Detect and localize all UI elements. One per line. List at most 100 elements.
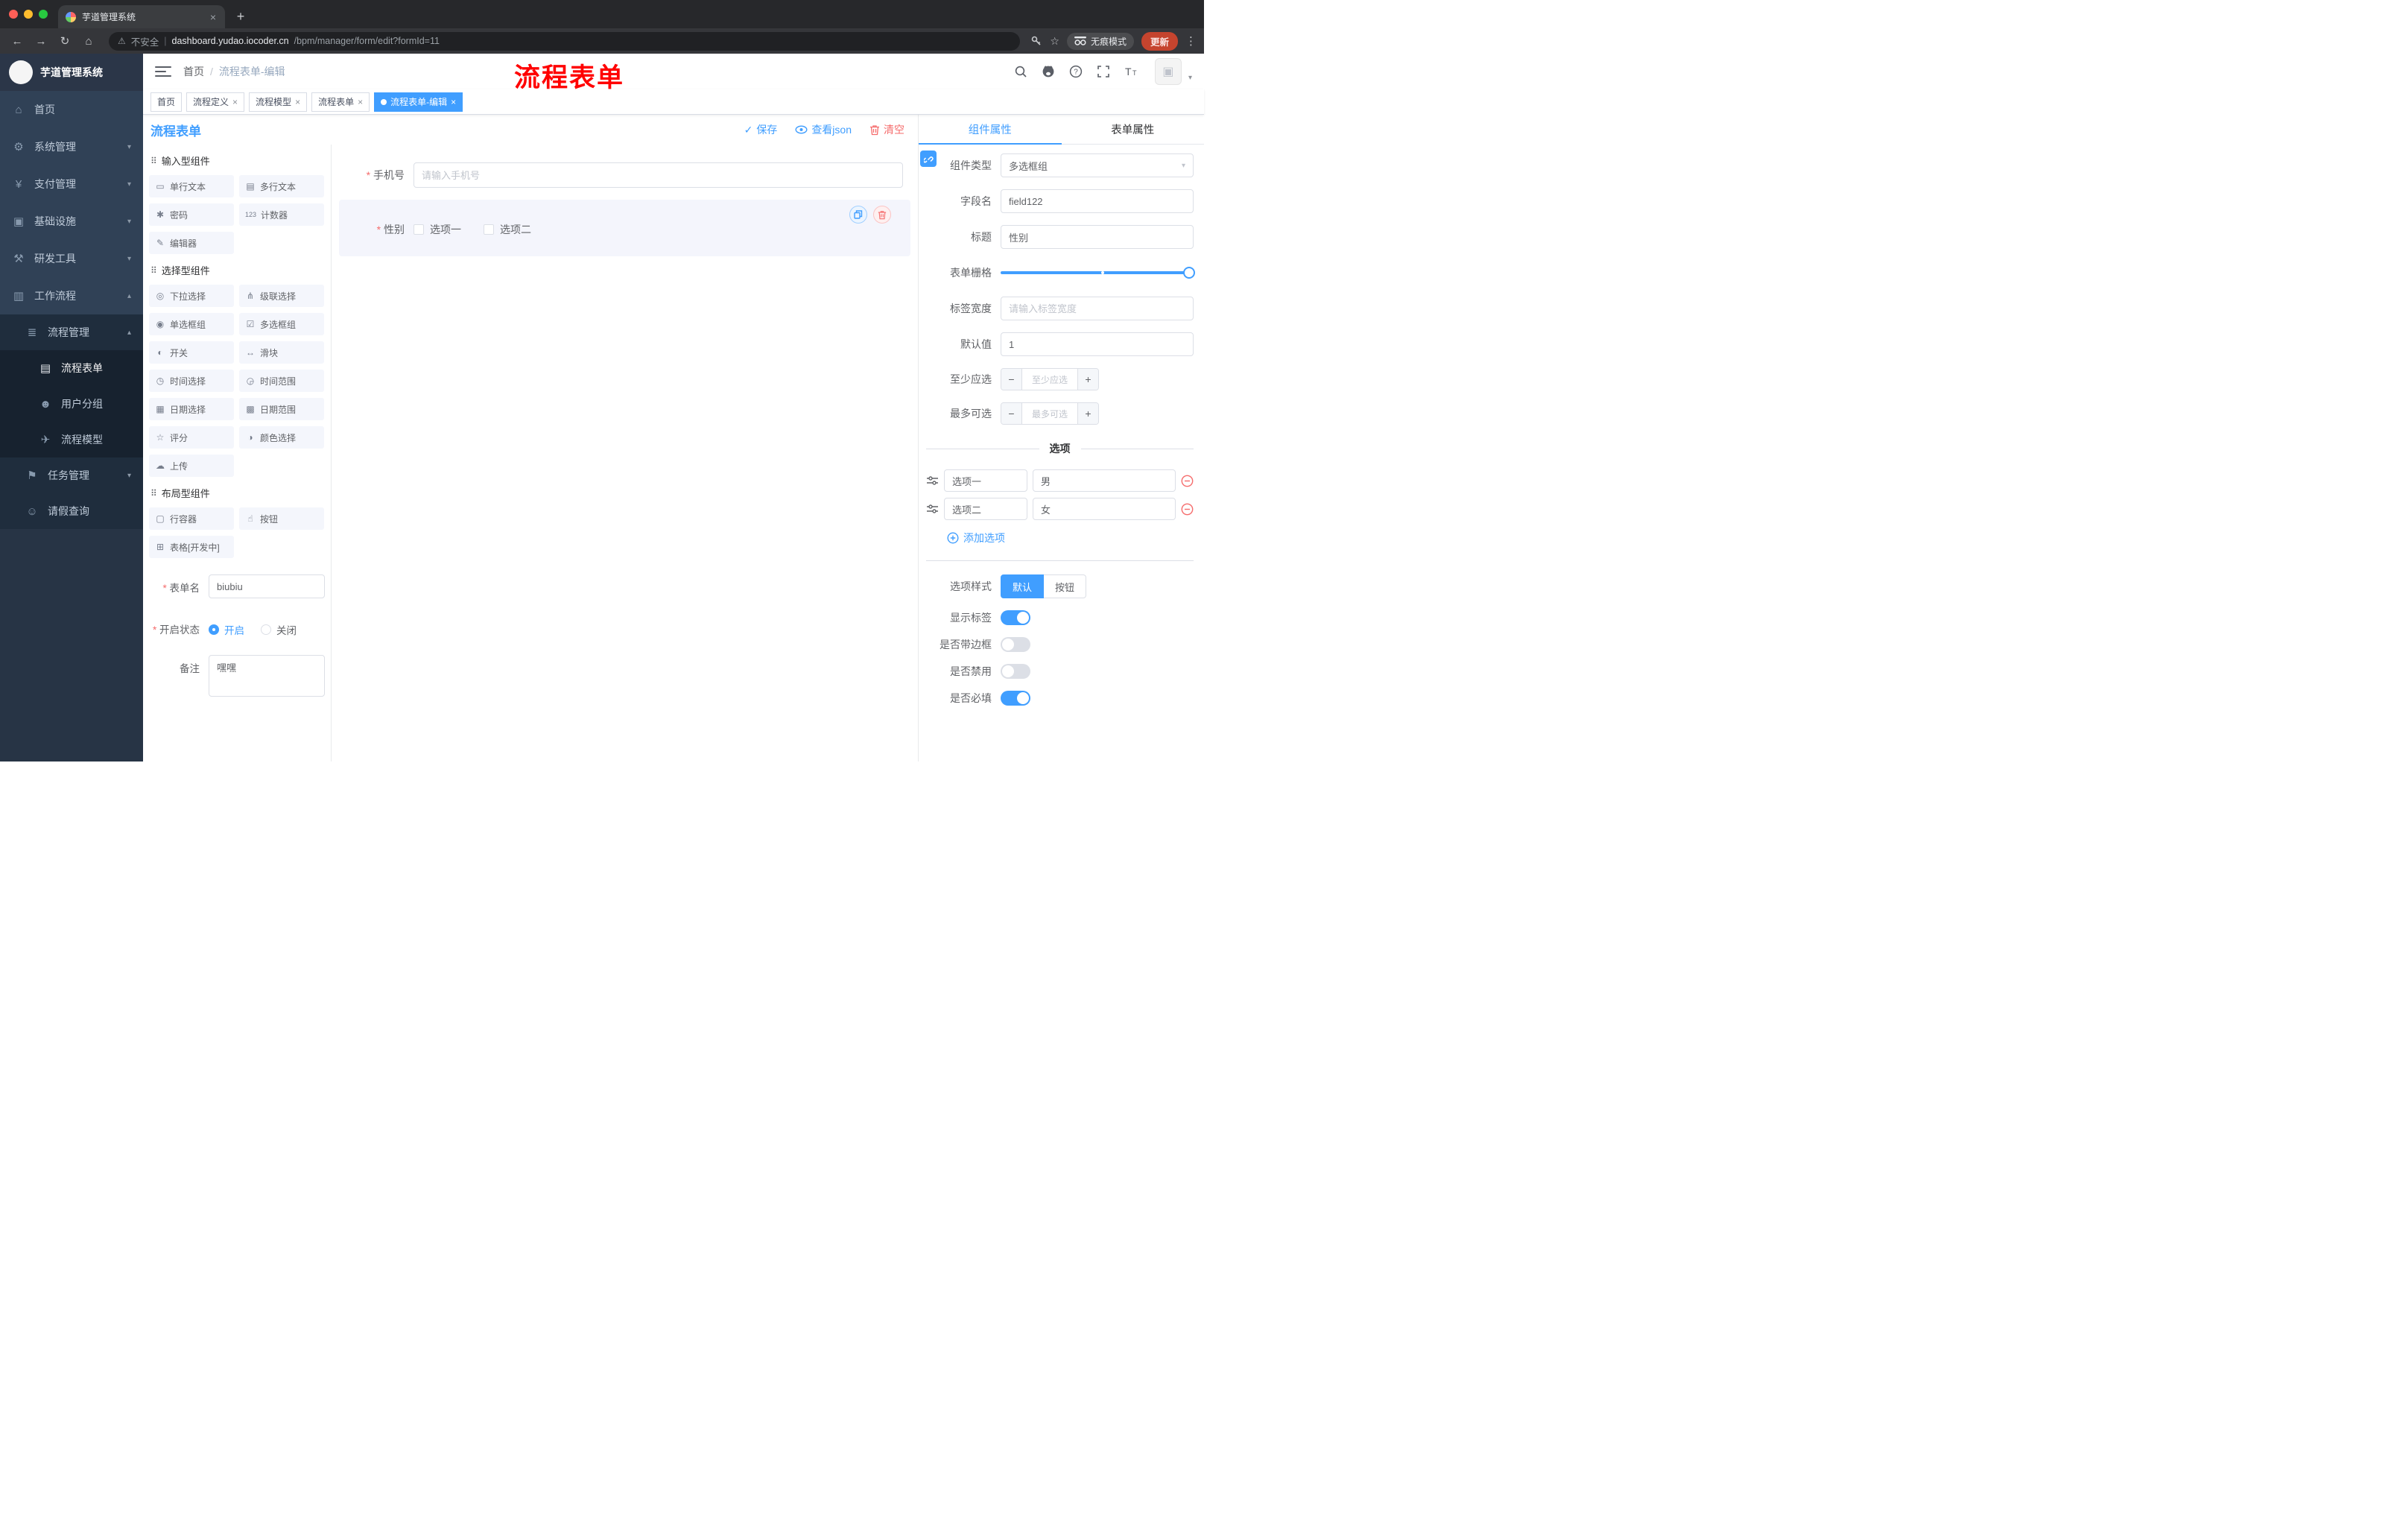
save-button[interactable]: ✓ 保存	[744, 122, 778, 137]
style-button-button[interactable]: 按钮	[1044, 574, 1087, 598]
palette-item-rate[interactable]: ☆ 评分	[149, 426, 234, 449]
palette-item-editor[interactable]: ✎ 编辑器	[149, 232, 234, 254]
route-tag-process-form-edit[interactable]: 流程表单-编辑 ×	[374, 92, 463, 112]
sidebar-item-workflow[interactable]: ▥ 工作流程 ▴	[0, 277, 143, 314]
form-canvas[interactable]: 手机号	[332, 145, 918, 762]
sidebar-item-user-group[interactable]: ☻ 用户分组	[0, 386, 143, 422]
new-tab-button[interactable]: +	[231, 7, 250, 26]
style-default-button[interactable]: 默认	[1001, 574, 1045, 598]
route-tag-process-definition[interactable]: 流程定义 ×	[186, 92, 245, 112]
max-select-stepper[interactable]: − 最多可选 +	[1001, 402, 1099, 425]
option-1-value-input[interactable]	[1033, 469, 1176, 492]
font-size-icon[interactable]: TT	[1123, 63, 1139, 80]
palette-item-switch[interactable]: ◐ 开关	[149, 341, 234, 364]
palette-item-checkbox-group[interactable]: ☑ 多选框组	[239, 313, 324, 335]
url-bar[interactable]: ⚠ 不安全 | dashboard.yudao.iocoder.cn/bpm/m…	[109, 31, 1021, 51]
disabled-switch[interactable]	[1001, 664, 1030, 679]
tab-component-props[interactable]: 组件属性	[919, 115, 1062, 145]
form-remark-textarea[interactable]: 嘿嘿	[209, 655, 325, 697]
border-switch[interactable]	[1001, 637, 1030, 652]
breadcrumb-home[interactable]: 首页	[183, 64, 204, 79]
remove-option-button[interactable]	[1181, 503, 1194, 516]
sidebar-item-leave-query[interactable]: ☺ 请假查询	[0, 493, 143, 529]
palette-item-input-text[interactable]: ▭ 单行文本	[149, 175, 234, 197]
gender-option-1-checkbox[interactable]: 选项一	[414, 222, 461, 237]
tag-close-icon[interactable]: ×	[451, 97, 456, 107]
tag-close-icon[interactable]: ×	[295, 97, 300, 107]
route-tag-process-model[interactable]: 流程模型 ×	[249, 92, 308, 112]
sidebar-item-infrastructure[interactable]: ▣ 基础设施 ▾	[0, 203, 143, 240]
password-key-icon[interactable]	[1030, 35, 1042, 47]
close-window-button[interactable]	[9, 10, 18, 19]
back-button[interactable]: ←	[7, 31, 27, 51]
status-radio-on[interactable]: 开启	[209, 622, 244, 637]
route-tag-home[interactable]: 首页	[150, 92, 183, 112]
palette-item-date-range[interactable]: ▩ 日期范围	[239, 398, 324, 420]
home-button[interactable]: ⌂	[79, 31, 98, 51]
grid-slider[interactable]	[1001, 261, 1195, 285]
status-radio-off[interactable]: 关闭	[261, 622, 297, 637]
github-icon[interactable]	[1040, 63, 1056, 80]
minimize-window-button[interactable]	[24, 10, 33, 19]
tab-form-props[interactable]: 表单属性	[1062, 115, 1205, 144]
slider-handle[interactable]	[1183, 267, 1195, 279]
bookmark-star-icon[interactable]: ☆	[1050, 35, 1059, 48]
maximize-window-button[interactable]	[39, 10, 48, 19]
search-icon[interactable]	[1013, 63, 1029, 80]
sidebar-item-system[interactable]: ⚙ 系统管理 ▾	[0, 128, 143, 165]
sidebar-item-home[interactable]: ⌂ 首页	[0, 91, 143, 128]
add-option-button[interactable]: 添加选项	[947, 531, 1194, 545]
palette-item-select[interactable]: ◎ 下拉选择	[149, 285, 234, 307]
tag-close-icon[interactable]: ×	[358, 97, 363, 107]
palette-item-textarea[interactable]: ▤ 多行文本	[239, 175, 324, 197]
palette-item-radio-group[interactable]: ◉ 单选框组	[149, 313, 234, 335]
browser-update-button[interactable]: 更新	[1141, 31, 1178, 51]
browser-tab[interactable]: 芋道管理系统 ×	[58, 5, 225, 28]
increase-button[interactable]: +	[1077, 369, 1098, 390]
palette-item-color-picker[interactable]: ◑ 颜色选择	[239, 426, 324, 449]
palette-item-row-container[interactable]: ▢ 行容器	[149, 507, 234, 530]
option-2-label-input[interactable]	[944, 498, 1027, 520]
required-switch[interactable]	[1001, 691, 1030, 706]
sidebar-item-process-form[interactable]: ▤ 流程表单	[0, 350, 143, 386]
drag-handle-icon[interactable]	[926, 475, 939, 486]
checkbox-box[interactable]	[414, 224, 424, 235]
palette-item-counter[interactable]: 123 计数器	[239, 203, 324, 226]
remove-option-button[interactable]	[1181, 475, 1194, 487]
palette-item-time-picker[interactable]: ◷ 时间选择	[149, 370, 234, 392]
decrease-button[interactable]: −	[1001, 369, 1022, 390]
palette-item-upload[interactable]: ☁ 上传	[149, 455, 234, 477]
palette-item-cascader[interactable]: ⋔ 级联选择	[239, 285, 324, 307]
sidebar-item-payment[interactable]: ¥ 支付管理 ▾	[0, 165, 143, 203]
tag-close-icon[interactable]: ×	[232, 97, 238, 107]
palette-item-table[interactable]: ⊞ 表格[开发中]	[149, 536, 234, 558]
palette-item-slider[interactable]: ↔ 滑块	[239, 341, 324, 364]
decrease-button[interactable]: −	[1001, 403, 1022, 424]
checkbox-box[interactable]	[484, 224, 494, 235]
delete-component-button[interactable]	[873, 206, 891, 224]
help-icon[interactable]: ?	[1068, 63, 1084, 80]
canvas-field-phone[interactable]: 手机号	[339, 162, 910, 188]
sidebar-item-dev-tools[interactable]: ⚒ 研发工具 ▾	[0, 240, 143, 277]
canvas-field-gender-selected[interactable]: 性别 选项一 选项二	[339, 200, 910, 256]
route-tag-process-form[interactable]: 流程表单 ×	[311, 92, 370, 112]
gender-option-2-checkbox[interactable]: 选项二	[484, 222, 531, 237]
min-select-stepper[interactable]: − 至少应选 +	[1001, 368, 1099, 390]
title-input[interactable]	[1001, 225, 1194, 249]
field-name-input[interactable]	[1001, 189, 1194, 213]
drag-handle-icon[interactable]	[926, 504, 939, 514]
sidebar-item-process-model[interactable]: ✈ 流程模型	[0, 422, 143, 457]
increase-button[interactable]: +	[1077, 403, 1098, 424]
view-json-button[interactable]: 查看json	[795, 122, 852, 137]
clear-button[interactable]: 清空	[869, 122, 904, 137]
palette-item-date-picker[interactable]: ▦ 日期选择	[149, 398, 234, 420]
palette-item-time-range[interactable]: ◶ 时间范围	[239, 370, 324, 392]
sidebar-fold-icon[interactable]	[155, 63, 171, 80]
copy-component-button[interactable]	[849, 206, 867, 224]
label-width-input[interactable]	[1001, 297, 1194, 320]
palette-item-password[interactable]: ✱ 密码	[149, 203, 234, 226]
sidebar-item-task-management[interactable]: ⚑ 任务管理 ▾	[0, 457, 143, 493]
option-1-label-input[interactable]	[944, 469, 1027, 492]
reload-button[interactable]: ↻	[55, 31, 75, 51]
forward-button[interactable]: →	[31, 31, 51, 51]
